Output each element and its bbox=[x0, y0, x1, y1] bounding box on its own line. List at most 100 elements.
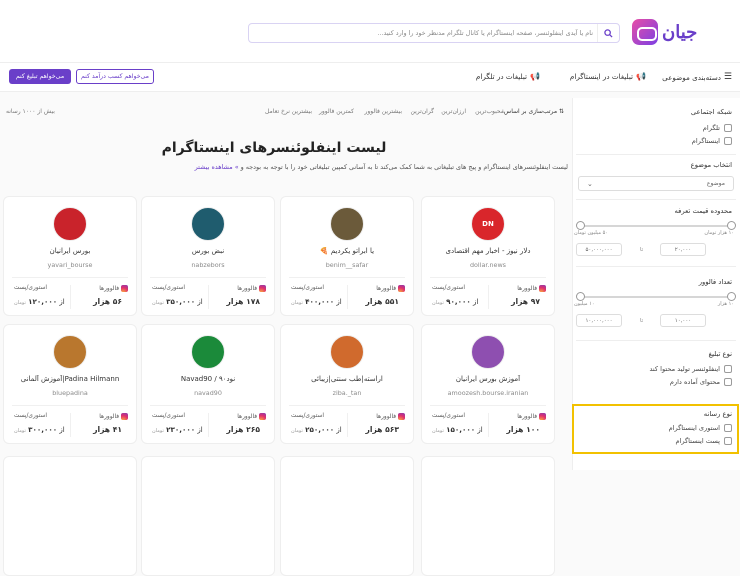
search-icon[interactable] bbox=[597, 24, 619, 42]
avatar bbox=[330, 335, 364, 369]
followers-to-input[interactable]: ۱۰,۰۰۰,۰۰۰ bbox=[576, 314, 622, 327]
divider bbox=[70, 413, 71, 437]
followers-count: ۵۶ هزار bbox=[93, 297, 122, 306]
price-slider-max-handle[interactable] bbox=[727, 221, 736, 230]
nav-telegram-ads[interactable]: 📢 تبلیغات در تلگرام bbox=[476, 72, 540, 81]
search-bar[interactable]: نام یا آیدی اینفلوئنسر، صفحه اینستاگرام … bbox=[248, 23, 620, 43]
page-description: لیست اینفلوئنسرهای اینستاگرام و پیج های … bbox=[168, 163, 568, 171]
avatar-mark bbox=[192, 208, 224, 240]
filter-ad-type-create[interactable]: اینفلوئنسر تولید محتوا کند bbox=[649, 365, 732, 373]
avatar-mark bbox=[331, 208, 363, 240]
price-slider-min-handle[interactable] bbox=[576, 221, 585, 230]
from-word: از bbox=[197, 298, 203, 306]
currency-label: تومان bbox=[152, 300, 164, 306]
influencer-card[interactable]: اراسته|طب سنتی|زیبائی ziba._tan فالوورها ۵۶… bbox=[280, 324, 414, 444]
influencer-name: نبض بورس bbox=[191, 247, 225, 255]
card-partial[interactable] bbox=[280, 456, 414, 576]
price-value: از ۲۳۰,۰۰۰ تومان bbox=[152, 425, 203, 434]
search-input[interactable]: نام یا آیدی اینفلوئنسر، صفحه اینستاگرام … bbox=[377, 29, 597, 37]
followers-count: ۵۵۱ هزار bbox=[365, 297, 399, 306]
checkbox[interactable] bbox=[724, 378, 732, 386]
influencer-card[interactable]: بورس ایرانیان yavari_bourse فالوورها ۵۶ هزا… bbox=[3, 196, 137, 316]
checkbox[interactable] bbox=[724, 365, 732, 373]
divider bbox=[289, 405, 405, 406]
sort-option-4[interactable]: کمترین فالوور bbox=[319, 108, 354, 115]
followers-slider-max-handle[interactable] bbox=[727, 292, 736, 301]
sort-option-0[interactable]: محبوب‌ترین bbox=[475, 108, 504, 115]
influencer-card[interactable]: نود۹۰ / Navad90 navad90 فالوورها ۲۶۵ هزار اس… bbox=[141, 324, 275, 444]
followers-count: ۵۶۳ هزار bbox=[365, 425, 399, 434]
from-word: از bbox=[59, 426, 65, 434]
followers-from-input[interactable]: ۱۰,۰۰۰ bbox=[660, 314, 706, 327]
see-more-link[interactable]: » مشاهده بیشتر bbox=[195, 163, 239, 171]
followers-count: ۱۷۸ هزار bbox=[226, 297, 260, 306]
sort-option-1[interactable]: ارزان‌ترین bbox=[441, 108, 466, 115]
card-partial[interactable] bbox=[3, 456, 137, 576]
divider bbox=[347, 413, 348, 437]
card-partial[interactable] bbox=[141, 456, 275, 576]
price-value: از ۱۲۰,۰۰۰ تومان bbox=[14, 297, 65, 306]
followers-label-text: فالوورها bbox=[237, 285, 257, 292]
followers-label-text: فالوورها bbox=[376, 413, 396, 420]
followers-count: ۹۷ هزار bbox=[511, 297, 540, 306]
advertise-button[interactable]: می‌خواهم تبلیغ کنم bbox=[9, 69, 71, 84]
avatar-mark bbox=[472, 336, 504, 368]
instagram-icon bbox=[259, 413, 266, 420]
influencer-username: ziba._tan bbox=[332, 389, 362, 397]
divider bbox=[208, 285, 209, 309]
followers-slider-min-handle[interactable] bbox=[576, 292, 585, 301]
price-to-input[interactable]: ۵۰,۰۰۰,۰۰۰ bbox=[576, 243, 622, 256]
avatar-mark bbox=[54, 208, 86, 240]
divider bbox=[430, 277, 546, 278]
topic-select[interactable]: موضوع ⌄ bbox=[578, 176, 734, 191]
price-value: از ۴۰۰,۰۰۰ تومان bbox=[291, 297, 342, 306]
nav-categories[interactable]: ☰ دسته‌بندی موضوعی bbox=[662, 72, 732, 82]
from-word: از bbox=[473, 298, 479, 306]
avatar-mark bbox=[331, 336, 363, 368]
followers-label: فالوورها bbox=[99, 413, 128, 420]
avatar bbox=[330, 207, 364, 241]
influencer-card[interactable]: نبض بورس nabzebors فالوورها ۱۷۸ هزار استوری/… bbox=[141, 196, 275, 316]
filter-telegram-label: تلگرام bbox=[702, 124, 720, 132]
followers-label-text: فالوورها bbox=[517, 285, 537, 292]
network-filter-title: شبکه اجتماعی bbox=[690, 108, 732, 116]
price-min-label: ۱۰ هزار تومان bbox=[704, 230, 734, 236]
top-header: جیان نام یا آیدی اینفلوئنسر، صفحه اینستا… bbox=[0, 0, 740, 62]
instagram-icon bbox=[121, 413, 128, 420]
influencer-name: یا ابراتو یکردیم 🍕 bbox=[319, 247, 375, 255]
filter-instagram[interactable]: اینستاگرام bbox=[692, 137, 732, 145]
influencer-card[interactable]: Padina Hilmann|آموزش آلمانی bluepadina فال… bbox=[3, 324, 137, 444]
followers-slider[interactable] bbox=[576, 292, 736, 301]
result-count: بیش از ۱۰۰۰ رسانه bbox=[6, 108, 55, 115]
influencer-username: bluepadina bbox=[52, 389, 88, 397]
instagram-icon bbox=[539, 285, 546, 292]
megaphone-icon: 📢 bbox=[636, 72, 646, 81]
sort-option-3[interactable]: بیشترین فالوور bbox=[364, 108, 402, 115]
checkbox[interactable] bbox=[724, 137, 732, 145]
instagram-icon bbox=[121, 285, 128, 292]
sort-option-5[interactable]: بیشترین نرخ تعامل bbox=[265, 108, 312, 115]
influencer-card[interactable]: DN دلار نیوز - اخبار مهم اقتصادی dollar.ne… bbox=[421, 196, 555, 316]
price-slider[interactable] bbox=[576, 221, 736, 230]
topic-filter-title: انتخاب موضوع bbox=[690, 161, 732, 169]
followers-label: فالوورها bbox=[517, 285, 546, 292]
nav-instagram-ads[interactable]: 📢 تبلیغات در اینستاگرام bbox=[570, 72, 646, 81]
filter-telegram[interactable]: تلگرام bbox=[703, 124, 732, 132]
influencer-card[interactable]: آموزش بورس ایرانیان amoozesh.bourse.irani… bbox=[421, 324, 555, 444]
influencer-card[interactable]: یا ابراتو یکردیم 🍕 benim__safar فالوورها ۵۵… bbox=[280, 196, 414, 316]
currency-label: تومان bbox=[291, 300, 303, 306]
divider bbox=[150, 277, 266, 278]
card-partial[interactable] bbox=[421, 456, 555, 576]
price-max-label: ۵۰ میلیون تومان bbox=[574, 230, 609, 236]
divider bbox=[488, 413, 489, 437]
price-from-input[interactable]: ۲۰,۰۰۰ bbox=[660, 243, 706, 256]
price-value: از ۳۵۰,۰۰۰ تومان bbox=[152, 297, 203, 306]
followers-min-label: ۱۰ هزار bbox=[717, 301, 734, 307]
sort-option-2[interactable]: گران‌ترین bbox=[411, 108, 434, 115]
checkbox[interactable] bbox=[724, 124, 732, 132]
currency-label: تومان bbox=[291, 428, 303, 434]
earn-money-button[interactable]: می‌خواهم کسب درآمد کنم bbox=[76, 69, 154, 84]
avatar bbox=[53, 335, 87, 369]
filter-ad-type-ready[interactable]: محتوای آماده دارم bbox=[670, 378, 732, 386]
site-logo[interactable]: جیان bbox=[632, 18, 734, 46]
